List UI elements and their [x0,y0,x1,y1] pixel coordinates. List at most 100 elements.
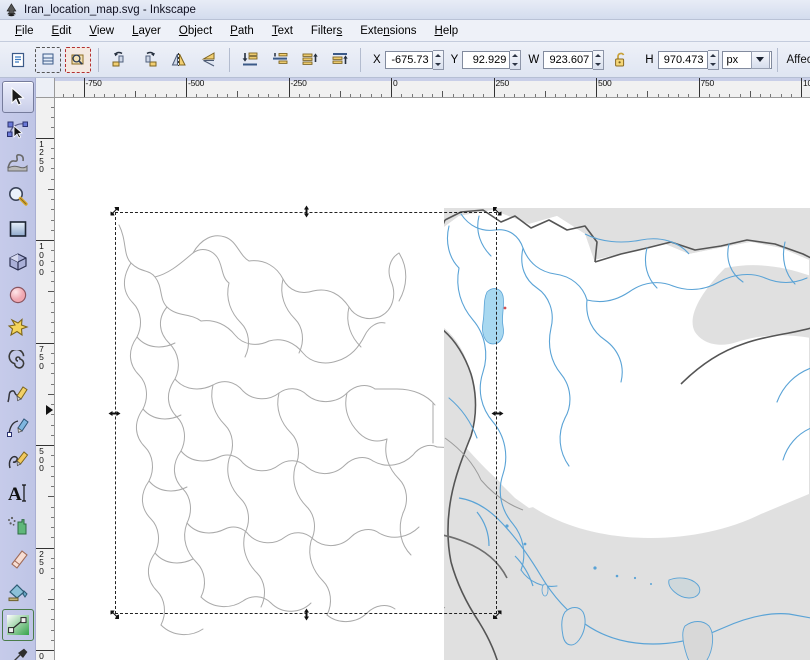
flip-horizontal-icon[interactable] [166,47,192,73]
tweak-tool[interactable] [2,147,34,179]
raise-one-step-icon[interactable] [297,47,323,73]
selector-tool[interactable] [1,81,34,113]
inkscape-logo-icon [4,2,19,17]
ruler-major-tick [493,78,495,97]
x-input[interactable]: -675.73 [384,50,433,69]
toolbar-separator [360,47,361,72]
menu-layer[interactable]: Layer [123,23,170,39]
chevron-down-icon[interactable] [750,50,770,69]
lower-one-step-icon[interactable] [267,47,293,73]
selection-handle-sw[interactable] [107,607,122,622]
rotate-90-cw-icon[interactable] [136,47,162,73]
ruler-minor-tick [48,496,54,498]
svg-text:A: A [8,484,22,504]
ruler-minor-tick [48,291,54,293]
mouse-position-marker [46,405,53,415]
vertical-ruler[interactable]: 1250 1000 750 500 250 0 [36,98,55,660]
menu-bar: File Edit View Layer Object Path Text Filters Ex… [0,20,810,42]
spiral-tool[interactable] [2,345,34,377]
tool-options-bar: X -675.73 Y 92.929 W 923.607 H 970.473 p… [0,42,810,78]
height-input[interactable]: 970.473 [657,50,708,69]
ellipse-tool[interactable] [2,279,34,311]
selection-handle-ne[interactable] [490,204,505,219]
ruler-top-strip [55,78,810,81]
menu-file[interactable]: File [6,23,43,39]
ruler-label: -500 [188,78,205,88]
node-editor-tool[interactable] [2,114,34,146]
ruler-label: 250 [39,548,44,576]
ruler-label: 750 [700,78,715,88]
ruler-major-tick [698,78,700,97]
ruler-major-tick [596,78,597,97]
ruler-label: 1000 [39,241,44,277]
rotate-90-ccw-icon[interactable] [106,47,132,73]
calligraphy-tool[interactable] [2,444,34,476]
3d-box-tool[interactable] [2,246,34,278]
menu-object[interactable]: Object [170,23,221,39]
paint-bucket-tool[interactable] [2,576,34,608]
map-location-layer[interactable] [389,208,810,660]
tool-palette: A [0,78,36,660]
ruler-corner-unit-button[interactable] [36,78,55,98]
select-all-in-all-layers-icon[interactable] [35,46,61,73]
ruler-label: 500 [598,78,612,88]
menu-help[interactable]: Help [426,23,468,39]
y-spinner[interactable] [510,49,522,70]
ruler-label: -750 [85,78,102,88]
ruler-label: 500 [39,446,44,473]
drawing-canvas[interactable] [55,98,810,660]
rectangle-tool[interactable] [2,213,34,245]
menu-extensions[interactable]: Extensions [351,23,425,39]
unit-value: px [726,53,739,66]
menu-edit[interactable]: Edit [43,23,81,39]
toolbar-separator [98,47,99,72]
affect-label: Affect: [786,53,810,66]
selection-handle-s[interactable] [299,607,314,622]
menu-text[interactable]: Text [263,23,302,39]
selection-handle-nw[interactable] [107,204,122,219]
ruler-label: 250 [495,78,510,88]
ruler-minor-tick [48,598,54,600]
ruler-major-tick [288,78,290,97]
width-input[interactable]: 923.607 [543,50,594,69]
selection-handle-se[interactable] [490,607,505,622]
unit-select[interactable]: px [721,50,772,69]
menu-view[interactable]: View [80,23,123,39]
ruler-minor-tick [48,188,54,190]
height-spinner[interactable] [707,49,719,70]
selection-handle-w[interactable] [107,406,122,421]
star-tool[interactable] [2,312,34,344]
pencil-tool[interactable] [2,378,34,410]
text-tool[interactable]: A [2,477,34,509]
inkscape-window: Iran_location_map.svg - Inkscape File Edi… [0,0,810,660]
select-all-icon[interactable] [5,47,31,73]
ruler-label: 750 [39,343,44,371]
raise-to-top-icon[interactable] [327,47,353,73]
lock-open-icon[interactable] [608,47,634,73]
eraser-tool[interactable] [2,543,34,575]
zoom-tool[interactable] [2,180,34,212]
ruler-major-tick [801,78,802,97]
ruler-minor-tick [48,393,54,395]
lower-to-bottom-icon[interactable] [237,47,263,73]
ruler-minor-tick [544,91,546,97]
menu-path[interactable]: Path [221,23,263,39]
flip-vertical-icon[interactable] [196,47,222,73]
bezier-pen-tool[interactable] [2,411,34,443]
selection-handle-e[interactable] [490,406,505,421]
spray-tool[interactable] [2,510,34,542]
width-spinner[interactable] [593,49,605,70]
ruler-minor-tick [134,91,136,97]
horizontal-ruler[interactable]: -750 -500 -250 0 250 500 750 1000 [55,78,810,98]
deselect-icon[interactable] [65,46,91,73]
ruler-major-tick [83,78,85,97]
toolbar-separator [229,47,230,72]
gradient-tool[interactable] [1,609,34,641]
dropper-tool[interactable] [2,642,34,660]
ruler-minor-tick [749,91,751,97]
y-input[interactable]: 92.929 [462,50,511,69]
ruler-major-tick [391,78,392,97]
menu-filters[interactable]: Filters [302,23,351,39]
selection-handle-n[interactable] [299,204,314,219]
x-spinner[interactable] [432,49,444,70]
